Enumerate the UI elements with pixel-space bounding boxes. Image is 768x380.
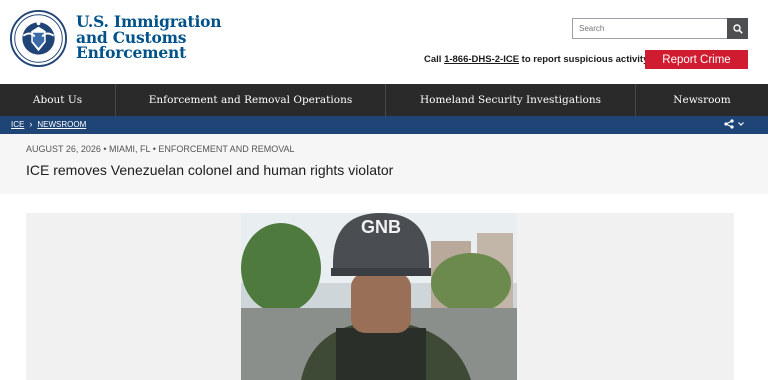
main-nav: About Us Enforcement and Removal Operati… (0, 84, 768, 116)
search-icon (732, 23, 743, 34)
tip-line: Call 1-866-DHS-2-ICE to report suspiciou… (424, 54, 648, 65)
nav-item-newsroom[interactable]: Newsroom (636, 84, 768, 116)
tip-suffix: to report suspicious activity (519, 54, 649, 65)
tip-phone-link[interactable]: 1-866-DHS-2-ICE (444, 54, 519, 65)
nav-item-ero[interactable]: Enforcement and Removal Operations (116, 84, 386, 116)
share-icon (724, 119, 734, 129)
breadcrumb-separator: › (29, 119, 33, 129)
agency-name-line3: Enforcement (76, 43, 187, 62)
search-input[interactable] (572, 18, 728, 39)
nav-item-about-us[interactable]: About Us (0, 84, 116, 116)
photo-helmet-text: GNB (361, 217, 401, 237)
site-header: U.S. Immigration and Customs Enforcement… (0, 0, 768, 84)
chevron-down-icon (738, 122, 744, 126)
article-header: AUGUST 26, 2026 • MIAMI, FL • ENFORCEMEN… (0, 134, 768, 194)
search-button[interactable] (727, 18, 748, 39)
breadcrumb-ice[interactable]: ICE (11, 120, 24, 129)
breadcrumb: ICE › NEWSROOM (11, 119, 86, 129)
breadcrumb-newsroom[interactable]: NEWSROOM (37, 120, 86, 129)
report-crime-button[interactable]: Report Crime (645, 50, 748, 69)
nav-item-hsi[interactable]: Homeland Security Investigations (386, 84, 636, 116)
search-box (572, 18, 748, 39)
page-title: ICE removes Venezuelan colonel and human… (26, 162, 394, 178)
share-button[interactable] (724, 119, 745, 129)
article-image-container: GNB (26, 213, 734, 380)
agency-name[interactable]: U.S. Immigration and Customs Enforcement (76, 14, 222, 62)
tip-prefix: Call (424, 54, 445, 65)
article-meta: AUGUST 26, 2026 • MIAMI, FL • ENFORCEMEN… (26, 144, 295, 154)
breadcrumb-bar: ICE › NEWSROOM (0, 116, 768, 134)
article-photo: GNB (241, 213, 517, 380)
dhs-seal-icon[interactable] (10, 10, 67, 67)
